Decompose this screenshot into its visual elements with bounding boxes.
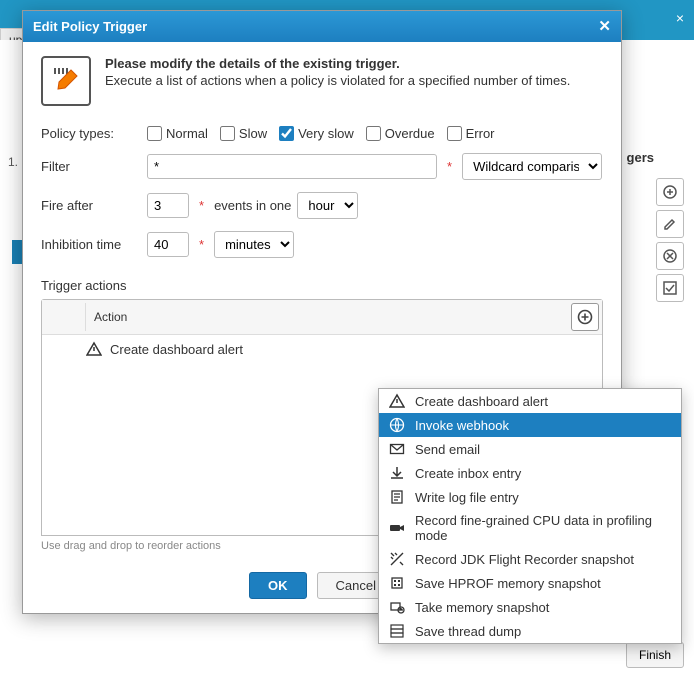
dropdown-item-icon [389,623,405,639]
action-column-header: Action [86,304,568,330]
dropdown-item-send-email[interactable]: Send email [379,437,681,461]
required-marker: * [199,198,204,213]
dropdown-item-write-log-file-entry[interactable]: Write log file entry [379,485,681,509]
action-dropdown-menu: Create dashboard alert Invoke webhook Send… [378,388,682,644]
bg-step: 1. [8,155,18,169]
modal-close-icon[interactable]: ✕ [598,19,611,34]
dropdown-item-label: Record fine-grained CPU data in profilin… [415,513,671,543]
dropdown-item-label: Invoke webhook [415,418,509,433]
policy-type-slow[interactable]: Slow [220,126,267,141]
edit-icon [41,56,91,106]
intro-desc: Execute a list of actions when a policy … [105,73,570,88]
policy-type-checkbox[interactable] [279,126,294,141]
policy-type-checkbox[interactable] [147,126,162,141]
policy-type-very-slow[interactable]: Very slow [279,126,354,141]
dropdown-item-label: Send email [415,442,480,457]
dropdown-item-icon [389,441,405,457]
finish-button[interactable]: Finish [626,642,684,668]
policy-type-label: Normal [166,126,208,141]
policy-type-error[interactable]: Error [447,126,495,141]
dropdown-item-label: Record JDK Flight Recorder snapshot [415,552,634,567]
dropdown-item-icon [389,551,405,567]
policy-type-label: Error [466,126,495,141]
dropdown-item-label: Create inbox entry [415,466,521,481]
dropdown-item-create-inbox-entry[interactable]: Create inbox entry [379,461,681,485]
dropdown-item-label: Save HPROF memory snapshot [415,576,601,591]
trigger-action-label: Create dashboard alert [110,342,243,357]
dropdown-item-icon [389,465,405,481]
filter-label: Filter [41,159,141,174]
policy-types-label: Policy types: [41,126,141,141]
dropdown-item-save-thread-dump[interactable]: Save thread dump [379,619,681,643]
dropdown-item-record-fine-grained-cpu-data-in-profiling-mode[interactable]: Record fine-grained CPU data in profilin… [379,509,681,547]
policy-type-checkbox[interactable] [220,126,235,141]
fire-after-mid: events in one [214,198,291,213]
bg-close-icon[interactable]: × [676,10,684,26]
drag-column-header [42,303,86,331]
filter-input[interactable] [147,154,437,179]
required-marker: * [199,237,204,252]
policy-type-checkbox[interactable] [366,126,381,141]
dropdown-item-record-jdk-flight-recorder-snapshot[interactable]: Record JDK Flight Recorder snapshot [379,547,681,571]
side-check-button[interactable] [656,274,684,302]
policy-type-checkbox[interactable] [447,126,462,141]
dropdown-item-save-hprof-memory-snapshot[interactable]: Save HPROF memory snapshot [379,571,681,595]
trigger-action-row[interactable]: Create dashboard alert [42,335,602,363]
modal-title: Edit Policy Trigger [33,19,147,34]
policy-type-label: Overdue [385,126,435,141]
bg-heading: gers [627,150,654,165]
policy-type-label: Slow [239,126,267,141]
intro-heading: Please modify the details of the existin… [105,56,570,71]
side-add-button[interactable] [656,178,684,206]
trigger-actions-label: Trigger actions [41,278,603,293]
policy-type-overdue[interactable]: Overdue [366,126,435,141]
policy-type-normal[interactable]: Normal [147,126,208,141]
add-action-button[interactable] [571,303,599,331]
side-edit-button[interactable] [656,210,684,238]
ok-button[interactable]: OK [249,572,307,599]
side-remove-button[interactable] [656,242,684,270]
bg-selection-bar [12,240,22,264]
dropdown-item-icon [389,489,405,505]
dropdown-item-take-memory-snapshot[interactable]: Take memory snapshot [379,595,681,619]
inhibition-label: Inhibition time [41,237,141,252]
dropdown-item-label: Write log file entry [415,490,519,505]
inhibition-unit-select[interactable]: minutes [214,231,294,258]
dropdown-item-label: Take memory snapshot [415,600,549,615]
dropdown-item-create-dashboard-alert[interactable]: Create dashboard alert [379,389,681,413]
inhibition-input[interactable] [147,232,189,257]
dropdown-item-label: Create dashboard alert [415,394,548,409]
dropdown-item-icon [389,393,405,409]
fire-after-label: Fire after [41,198,141,213]
alert-icon [86,341,102,357]
required-marker: * [447,159,452,174]
dropdown-item-invoke-webhook[interactable]: Invoke webhook [379,413,681,437]
dropdown-item-icon [389,575,405,591]
policy-type-label: Very slow [298,126,354,141]
fire-after-input[interactable] [147,193,189,218]
dropdown-item-icon [389,520,405,536]
dropdown-item-icon [389,599,405,615]
fire-after-unit-select[interactable]: hour [297,192,358,219]
filter-mode-select[interactable]: Wildcard comparison [462,153,602,180]
dropdown-item-label: Save thread dump [415,624,521,639]
dropdown-item-icon [389,417,405,433]
